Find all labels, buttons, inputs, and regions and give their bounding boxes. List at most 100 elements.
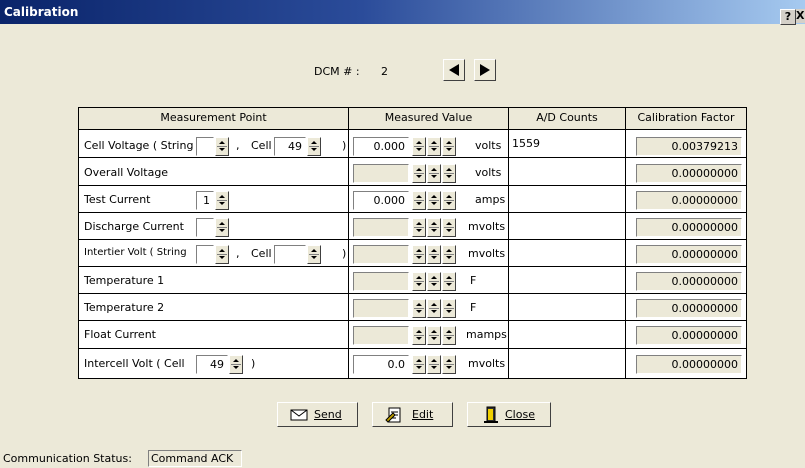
cell-label: Cell [251,247,272,260]
row-divider [79,293,746,294]
cell-spinner[interactable] [307,137,321,156]
measured-spinner[interactable] [427,137,441,156]
unit-label: amps [475,193,506,206]
measured-value-field[interactable] [353,164,409,183]
edit-label: Edit [412,408,434,421]
unit-label: F [470,301,477,314]
cell-spinner[interactable] [229,355,243,374]
row-label: Temperature 1 [84,274,165,287]
title-bar: Calibration ? X [0,0,805,25]
measured-spinner[interactable] [427,326,441,345]
measured-spinner[interactable] [412,137,426,156]
unit-label: F [470,274,477,287]
unit-label: mvolts [468,247,506,260]
row-label: Discharge Current [84,220,184,233]
discharge-current-spinner[interactable] [215,218,229,237]
communication-status-label: Communication Status: [3,452,132,465]
measured-value-field[interactable]: 0.000 [353,191,409,210]
close-button[interactable]: Close [467,402,551,427]
measured-spinner[interactable] [427,299,441,318]
next-dcm-button[interactable] [474,59,496,81]
measured-spinner[interactable] [412,272,426,291]
measured-spinner[interactable] [442,299,456,318]
row-label: Overall Voltage [84,166,169,179]
previous-dcm-button[interactable] [443,59,465,81]
measured-spinner[interactable] [412,326,426,345]
close-window-button[interactable]: X [796,9,805,23]
paren-label: ) [342,139,347,152]
column-divider [348,108,349,378]
close-label: Close [505,408,535,421]
row-label: Cell Voltage ( String [84,139,194,152]
communication-status-value: Command ACK [148,450,242,467]
calibration-factor-field: 0.00379213 [636,137,742,156]
measured-spinner[interactable] [442,245,456,264]
paren-label: ) [251,357,256,370]
row-label: Intercell Volt ( Cell [84,357,185,370]
measured-spinner[interactable] [427,191,441,210]
cell-field[interactable] [274,245,306,264]
measured-spinner[interactable] [427,218,441,237]
calibration-factor-field: 0.00000000 [636,355,742,374]
measured-spinner[interactable] [427,164,441,183]
measured-spinner[interactable] [442,164,456,183]
measured-value-field[interactable] [353,245,409,264]
calibration-factor-field: 0.00000000 [636,326,742,345]
string-spinner[interactable] [215,245,229,264]
measured-spinner[interactable] [412,299,426,318]
measured-value-field[interactable] [353,272,409,291]
unit-label: volts [475,166,502,179]
dcm-label: DCM # : [314,65,360,78]
cell-spinner[interactable] [307,245,321,264]
measured-value-field[interactable] [353,299,409,318]
right-arrow-icon [480,64,490,76]
help-button[interactable]: ? [780,9,796,25]
string-field[interactable] [196,245,214,264]
measured-spinner[interactable] [412,218,426,237]
measured-spinner[interactable] [412,164,426,183]
row-divider [79,185,746,186]
test-current-spinner[interactable] [215,191,229,210]
measured-value-field[interactable]: 0.0 [353,355,409,374]
measured-spinner[interactable] [412,245,426,264]
measured-spinner[interactable] [427,245,441,264]
comma-label: , [236,139,240,152]
send-button[interactable]: Send [277,402,358,427]
unit-label: mamps [466,328,507,341]
measured-value-field[interactable] [353,218,409,237]
test-current-field[interactable]: 1 [196,191,214,210]
measured-spinner[interactable] [412,191,426,210]
measured-spinner[interactable] [442,191,456,210]
measured-value-field[interactable] [353,326,409,345]
measured-spinner[interactable] [427,355,441,374]
unit-label: mvolts [468,220,506,233]
header-ad-counts: A/D Counts [509,108,626,130]
cell-label: Cell [251,139,272,152]
row-divider [79,212,746,213]
measured-spinner[interactable] [442,355,456,374]
measured-spinner[interactable] [442,137,456,156]
calibration-factor-field: 0.00000000 [636,245,742,264]
measured-spinner[interactable] [427,272,441,291]
calibration-factor-field: 0.00000000 [636,164,742,183]
door-icon [484,406,498,423]
calibration-grid: Measurement Point Measured Value A/D Cou… [78,107,747,379]
measured-spinner[interactable] [442,326,456,345]
measured-spinner[interactable] [442,272,456,291]
measured-spinner[interactable] [442,218,456,237]
row-divider [79,320,746,321]
measured-value-field[interactable]: 0.000 [353,137,409,156]
string-field[interactable] [196,137,214,156]
discharge-current-field[interactable] [196,218,214,237]
cell-field[interactable]: 49 [274,137,306,156]
string-spinner[interactable] [215,137,229,156]
calibration-factor-field: 0.00000000 [636,272,742,291]
left-arrow-icon [449,64,459,76]
cell-field[interactable]: 49 [196,355,228,374]
ad-counts-value: 1559 [512,137,540,150]
measured-spinner[interactable] [412,355,426,374]
calibration-factor-field: 0.00000000 [636,218,742,237]
edit-button[interactable]: Edit [372,402,453,427]
row-divider [79,348,746,349]
calibration-factor-field: 0.00000000 [636,191,742,210]
